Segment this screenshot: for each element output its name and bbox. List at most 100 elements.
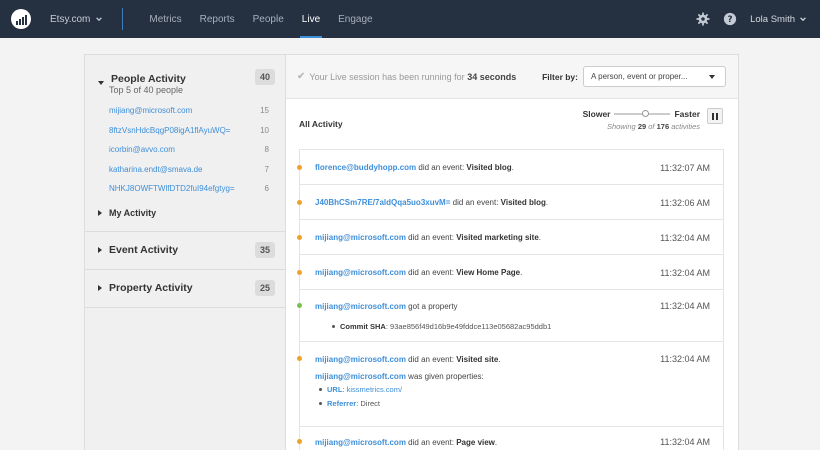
activity-event: mijiang@microsoft.com did an event: Page…	[297, 427, 723, 450]
nav-metrics[interactable]: Metrics	[140, 0, 190, 38]
activity-event: mijiang@microsoft.com did an event: View…	[297, 255, 723, 290]
slower-label: Slower	[582, 109, 611, 119]
activity-event: florence@buddyhopp.com did an event: Vis…	[297, 150, 723, 185]
person-email[interactable]: icorbin@avvo.com	[109, 145, 175, 154]
event-verb: did an event:	[408, 437, 454, 447]
person-row[interactable]: katharina.endt@smava.de 7	[98, 160, 275, 180]
property-value[interactable]: kissmetrics.com/	[347, 385, 402, 394]
check-icon: ✔	[297, 71, 306, 82]
showing-shown: 29	[637, 122, 647, 131]
showing-total: 176	[656, 122, 670, 131]
people-activity-count: 40	[254, 69, 275, 85]
property-sep: :	[385, 322, 388, 331]
event-time: 11:32:04 AM	[660, 267, 710, 278]
nav-reports[interactable]: Reports	[191, 0, 244, 38]
showing-of: of	[648, 122, 655, 131]
user-menu[interactable]: Lola Smith	[750, 14, 807, 25]
collapse-triangle-icon	[98, 81, 104, 85]
event-time: 11:32:06 AM	[660, 197, 710, 208]
showing-count: Showing 29 of 176 activities	[583, 122, 700, 131]
session-status: Your Live session has been running for 3…	[309, 72, 516, 82]
event-activity-title: Event Activity	[109, 244, 179, 256]
property-activity-count: 25	[254, 280, 275, 296]
person-count: 15	[260, 106, 269, 116]
main-nav: Metrics Reports People Live Engage	[140, 0, 381, 38]
pause-icon-bar	[716, 112, 718, 120]
filter-select-value: A person, event or proper...	[591, 72, 688, 81]
bullet-icon	[319, 401, 322, 405]
person-row[interactable]: mijiang@microsoft.com 15	[98, 101, 275, 121]
event-activity-count: 35	[254, 242, 275, 258]
event-verb: got a property	[408, 301, 458, 311]
event-end: .	[520, 268, 523, 277]
property-item: Commit SHA: 93ae856f49d16b9e49fddce113e0…	[315, 322, 710, 331]
property-activity-header[interactable]: Property Activity 25	[98, 270, 275, 307]
person-email[interactable]: katharina.endt@smava.de	[109, 165, 203, 174]
filter-select[interactable]: A person, event or proper...	[583, 66, 726, 87]
event-person-link[interactable]: mijiang@microsoft.com	[315, 302, 406, 311]
nav-live[interactable]: Live	[293, 0, 329, 38]
speed-slider-handle[interactable]	[641, 110, 649, 117]
event-person-link[interactable]: mijiang@microsoft.com	[315, 233, 406, 242]
account-switcher[interactable]: Etsy.com	[50, 14, 103, 25]
person-email[interactable]: 8ftzVsnHdcBqgP08igA1flAyuWQ=	[109, 126, 230, 135]
event-name: Visited marketing site	[456, 233, 539, 242]
event-time: 11:32:07 AM	[660, 162, 710, 173]
property-key[interactable]: Referrer	[327, 399, 356, 408]
account-name: Etsy.com	[50, 13, 91, 25]
pause-button[interactable]	[707, 108, 723, 124]
caret-down-icon	[709, 75, 715, 79]
showing-suffix: activities	[671, 122, 700, 131]
expand-triangle-icon	[98, 247, 102, 253]
help-icon[interactable]: ?	[723, 12, 737, 26]
my-activity-toggle[interactable]: My Activity	[98, 199, 275, 227]
event-person-link[interactable]: mijiang@microsoft.com	[315, 372, 406, 381]
bullet-icon	[332, 325, 335, 328]
event-verb: did an event:	[452, 198, 499, 207]
event-person-link[interactable]: J40BhCSm7RE/7aldQqa5uo3xuvM=	[315, 198, 450, 207]
nav-divider	[122, 8, 124, 30]
top-nav-bar: Etsy.com Metrics Reports People Live Eng…	[0, 0, 820, 38]
kissmetrics-logo-icon[interactable]	[11, 9, 31, 29]
event-name: Visited site	[456, 354, 499, 364]
activity-feed: florence@buddyhopp.com did an event: Vis…	[297, 149, 724, 450]
bullet-icon	[319, 387, 322, 391]
event-activity-section: Event Activity 35	[85, 232, 285, 270]
property-value: 93ae856f49d16b9e49fddce113e05682ac95ddb1	[390, 322, 552, 331]
nav-people[interactable]: People	[244, 0, 293, 38]
event-person-link[interactable]: florence@buddyhopp.com	[315, 163, 416, 172]
event-activity-header[interactable]: Event Activity 35	[98, 232, 275, 269]
person-count: 10	[260, 125, 269, 135]
pause-icon	[712, 112, 714, 120]
user-name: Lola Smith	[750, 13, 795, 25]
nav-engage[interactable]: Engage	[329, 0, 381, 38]
people-activity-section: People Activity 40 Top 5 of 40 people mi…	[85, 61, 285, 232]
property-activity-section: Property Activity 25	[85, 270, 285, 308]
activity-event: mijiang@microsoft.com did an event: Visi…	[297, 220, 723, 255]
person-email[interactable]: NHKJ8OWFTWlfDTD2fuI94efgtyg=	[109, 184, 235, 193]
person-row[interactable]: icorbin@avvo.com 8	[98, 140, 275, 160]
event-end: .	[545, 198, 549, 207]
property-key[interactable]: URL	[327, 385, 342, 394]
event-time: 11:32:04 AM	[660, 232, 710, 243]
person-row[interactable]: 8ftzVsnHdcBqgP08igA1flAyuWQ= 10	[98, 121, 275, 141]
person-row[interactable]: NHKJ8OWFTWlfDTD2fuI94efgtyg= 6	[98, 179, 275, 199]
activity-property-event: mijiang@microsoft.com got a property 11:…	[297, 290, 723, 342]
gear-icon[interactable]	[696, 12, 710, 26]
event-time: 11:32:04 AM	[660, 437, 710, 447]
activity-event: J40BhCSm7RE/7aldQqa5uo3xuvM= did an even…	[297, 185, 723, 220]
property-item: URL: kissmetrics.com/	[315, 382, 710, 396]
activity-sidebar: People Activity 40 Top 5 of 40 people mi…	[84, 54, 285, 450]
given-properties-text: was given properties:	[408, 371, 484, 381]
activity-event: mijiang@microsoft.com did an event: Visi…	[297, 342, 723, 427]
event-dot-icon	[297, 439, 302, 444]
event-end: .	[494, 437, 498, 447]
expand-triangle-icon	[98, 209, 102, 216]
event-person-link[interactable]: mijiang@microsoft.com	[315, 438, 406, 447]
event-person-link[interactable]: mijiang@microsoft.com	[315, 268, 406, 277]
event-person-link[interactable]: mijiang@microsoft.com	[315, 355, 406, 364]
people-activity-header[interactable]: People Activity 40	[98, 61, 275, 85]
event-name: View Home Page	[456, 268, 521, 277]
speed-slider[interactable]	[614, 110, 671, 117]
person-email[interactable]: mijiang@microsoft.com	[109, 106, 192, 115]
